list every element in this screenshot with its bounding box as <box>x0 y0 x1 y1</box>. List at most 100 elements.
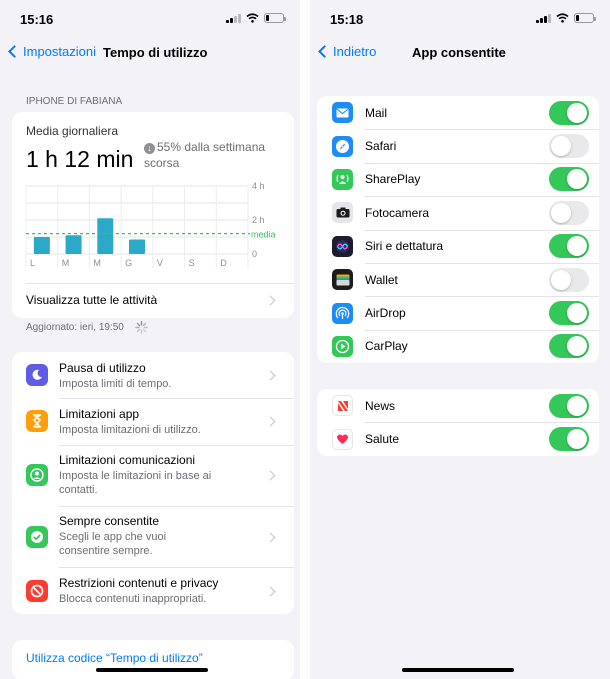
chart-x-tick-label: M <box>62 258 70 268</box>
menu-item-subtitle: Scegli le app che vuoi consentire sempre… <box>59 531 167 557</box>
toggle-knob <box>567 395 587 416</box>
toggle-knob <box>551 202 571 223</box>
allowed-apps-list: Mail Safari SharePlay Fotocamera Siri e dett… <box>317 96 599 363</box>
loading-spinner-icon <box>135 321 148 334</box>
toggle-knob <box>567 236 587 257</box>
chevron-left-icon <box>318 45 331 58</box>
app-name: SharePlay <box>365 172 421 187</box>
app-row-safari: Safari <box>317 129 599 162</box>
menu-item-title: Limitazioni comunicazioni <box>59 453 196 467</box>
chart-bar <box>33 237 50 254</box>
divider <box>59 567 294 568</box>
allowed-apps-screen: 15:18 Indietro App consentite MailSafar <box>310 0 610 679</box>
navigation-bar: Impostazioni Tempo di utilizzo <box>0 36 300 70</box>
use-passcode-link[interactable]: Utilizza codice “Tempo di utilizzo” <box>26 651 203 665</box>
home-indicator <box>402 668 514 672</box>
chevron-right-icon <box>265 416 276 427</box>
allowed-apps-list-secondary: News Salute <box>317 389 599 456</box>
device-section-header: IPHONE DI FABIANA <box>26 96 123 107</box>
wifi-icon <box>556 13 569 23</box>
app-name: Siri e dettatura <box>365 239 444 254</box>
chart-y-tick-label: 4 h <box>252 181 265 191</box>
airdrop-icon <box>332 302 353 324</box>
settings-menu-card: Pausa di utilizzo Imposta limiti di temp… <box>12 352 294 614</box>
app-row-wallet: Wallet <box>317 263 599 296</box>
chart-y-tick-label: 2 h <box>252 215 265 225</box>
moon-icon <box>26 364 48 386</box>
app-row-siri-e-dettatura: Siri e dettatura <box>317 230 599 263</box>
usage-chart[interactable]: media 4 h 2 h 0 L M M G V S D <box>12 112 294 282</box>
divider <box>26 283 294 284</box>
app-name: CarPlay <box>365 339 408 354</box>
menu-item-title: Restrizioni contenuti e privacy <box>59 576 219 590</box>
app-row-shareplay: SharePlay <box>317 163 599 196</box>
chevron-right-icon <box>265 370 276 381</box>
wallet-icon <box>332 269 353 291</box>
chart-average-label: media <box>251 230 276 240</box>
divider <box>59 445 294 446</box>
app-toggle-switch[interactable] <box>549 167 589 192</box>
app-toggle-switch[interactable] <box>549 200 589 225</box>
wifi-icon <box>246 13 259 23</box>
battery-icon <box>264 13 286 23</box>
app-row-carplay: CarPlay <box>317 330 599 363</box>
chart-x-tick-label: L <box>30 258 35 268</box>
app-name: Fotocamera <box>365 205 430 220</box>
chevron-right-icon <box>265 532 276 543</box>
app-row-news: News <box>317 389 599 422</box>
app-toggle-switch[interactable] <box>549 334 589 359</box>
chart-bar <box>97 218 114 254</box>
app-name: AirDrop <box>365 306 406 321</box>
menu-item-subtitle: Imposta le limitazioni in base ai contat… <box>59 470 212 496</box>
app-row-mail: Mail <box>317 96 599 129</box>
app-toggle-switch[interactable] <box>549 134 589 159</box>
chart-x-tick-label: G <box>125 258 132 268</box>
menu-item-subtitle: Imposta limitazioni di utilizzo. <box>59 424 201 436</box>
app-name: Safari <box>365 139 397 154</box>
carplay-icon <box>332 335 353 357</box>
divider <box>59 506 294 507</box>
mail-icon <box>332 102 353 124</box>
signal-icon <box>226 13 241 23</box>
menu-item-subtitle: Imposta limiti di tempo. <box>59 378 172 390</box>
shareplay-icon <box>332 168 353 190</box>
chart-x-tick-label: M <box>93 258 101 268</box>
app-toggle-switch[interactable] <box>549 234 589 259</box>
toggle-knob <box>551 136 571 157</box>
chevron-right-icon <box>265 470 276 481</box>
navigation-bar: Indietro App consentite <box>310 36 610 70</box>
news-icon <box>332 395 353 417</box>
restricted-icon <box>26 580 48 602</box>
contact-icon <box>26 464 48 486</box>
menu-item-subtitle: Blocca contenuti inappropriati. <box>59 593 207 605</box>
menu-item-title: Sempre consentite <box>59 514 160 528</box>
chevron-left-icon <box>8 45 21 58</box>
toggle-knob <box>567 429 587 450</box>
chart-bar <box>129 239 145 254</box>
chart-x-tick-label: S <box>189 258 195 268</box>
app-row-airdrop: AirDrop <box>317 296 599 329</box>
heart-icon <box>332 428 353 450</box>
back-button[interactable]: Impostazioni <box>8 44 96 59</box>
daily-average-card: Media giornaliera 1 h 12 min ↓ 55% dalla … <box>12 112 294 318</box>
app-row-salute: Salute <box>317 422 599 455</box>
app-toggle-switch[interactable] <box>549 301 589 326</box>
divider <box>59 398 294 399</box>
chart-y-tick-label: 0 <box>252 249 257 259</box>
chart-x-tick-label: D <box>220 258 227 268</box>
home-indicator <box>96 668 208 672</box>
toggle-knob <box>567 303 587 324</box>
app-toggle-switch[interactable] <box>549 427 589 452</box>
status-time: 15:16 <box>20 12 54 27</box>
app-toggle-switch[interactable] <box>549 267 589 292</box>
app-toggle-switch[interactable] <box>549 393 589 418</box>
chevron-right-icon <box>265 295 276 306</box>
back-label: Impostazioni <box>23 44 96 59</box>
battery-icon <box>574 13 596 23</box>
status-bar: 15:18 <box>310 0 610 36</box>
back-button[interactable]: Indietro <box>318 44 376 59</box>
hourglass-icon <box>26 410 48 432</box>
app-toggle-switch[interactable] <box>549 100 589 125</box>
see-all-activity-link[interactable]: Visualizza tutte le attività <box>26 293 157 307</box>
status-bar: 15:16 <box>0 0 300 36</box>
